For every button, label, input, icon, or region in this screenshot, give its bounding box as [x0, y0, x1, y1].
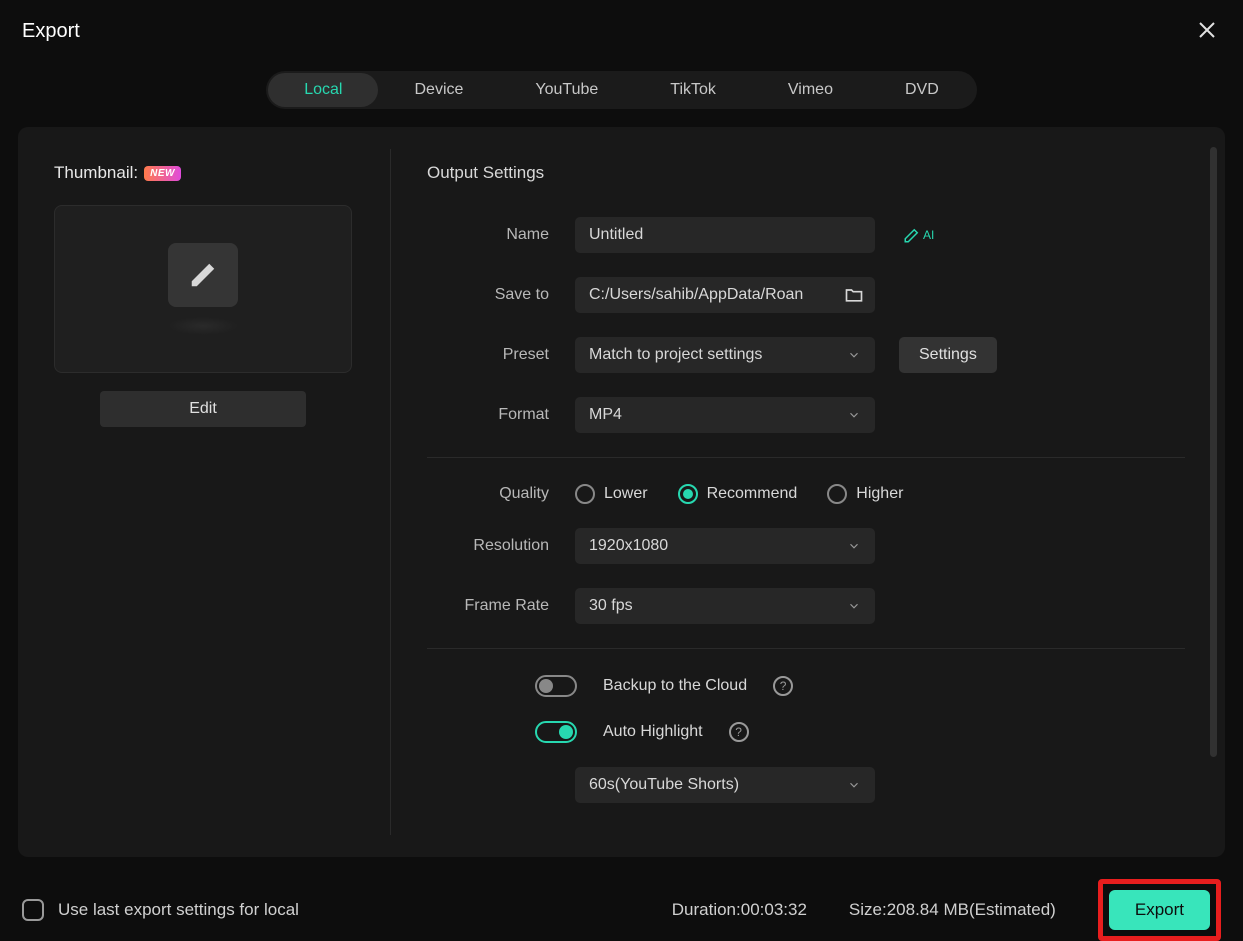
backup-cloud-toggle[interactable]	[535, 675, 577, 697]
use-last-settings-label: Use last export settings for local	[58, 900, 299, 920]
chevron-down-icon	[847, 408, 861, 422]
folder-icon	[844, 285, 864, 305]
preset-label: Preset	[427, 346, 575, 364]
pencil-icon	[188, 260, 218, 290]
highlight-preset-value: 60s(YouTube Shorts)	[589, 776, 739, 794]
duration-text: Duration:00:03:32	[672, 900, 807, 920]
pencil-ai-icon	[903, 226, 921, 244]
auto-highlight-label: Auto Highlight	[603, 723, 703, 741]
format-label: Format	[427, 406, 575, 424]
tab-vimeo[interactable]: Vimeo	[752, 73, 869, 107]
window-title: Export	[22, 20, 80, 43]
quality-radio-lower[interactable]: Lower	[575, 484, 648, 504]
use-last-settings-checkbox[interactable]	[22, 899, 44, 921]
tab-youtube[interactable]: YouTube	[499, 73, 634, 107]
save-to-input[interactable]: C:/Users/sahib/AppData/Roan	[575, 277, 833, 313]
close-button[interactable]	[1193, 16, 1221, 47]
tab-local[interactable]: Local	[268, 73, 378, 107]
format-value: MP4	[589, 406, 622, 424]
quality-option-label: Higher	[856, 485, 903, 503]
framerate-label: Frame Rate	[427, 597, 575, 615]
chevron-down-icon	[847, 539, 861, 553]
thumbnail-preview[interactable]	[54, 205, 352, 373]
resolution-value: 1920x1080	[589, 537, 668, 555]
close-icon	[1197, 20, 1217, 40]
save-to-label: Save to	[427, 286, 575, 304]
framerate-value: 30 fps	[589, 597, 633, 615]
section-divider	[427, 457, 1185, 458]
size-text: Size:208.84 MB(Estimated)	[849, 900, 1056, 920]
quality-label: Quality	[427, 485, 575, 503]
quality-radio-recommend[interactable]: Recommend	[678, 484, 798, 504]
ai-rename-button[interactable]: AI	[903, 226, 934, 244]
quality-option-label: Lower	[604, 485, 648, 503]
tab-device[interactable]: Device	[378, 73, 499, 107]
chevron-down-icon	[847, 778, 861, 792]
export-highlight-box: Export	[1098, 879, 1221, 941]
thumbnail-reflection	[168, 317, 238, 335]
highlight-preset-select[interactable]: 60s(YouTube Shorts)	[575, 767, 875, 803]
resolution-label: Resolution	[427, 537, 575, 555]
tab-tiktok[interactable]: TikTok	[634, 73, 752, 107]
preset-select[interactable]: Match to project settings	[575, 337, 875, 373]
browse-folder-button[interactable]	[833, 277, 875, 313]
export-button[interactable]: Export	[1109, 890, 1210, 930]
thumbnail-edit-tile	[168, 243, 238, 307]
backup-cloud-label: Backup to the Cloud	[603, 677, 747, 695]
scrollbar[interactable]	[1210, 147, 1217, 757]
quality-option-label: Recommend	[707, 485, 798, 503]
export-tabs: Local Device YouTube TikTok Vimeo DVD	[266, 71, 977, 109]
chevron-down-icon	[847, 599, 861, 613]
thumbnail-label: Thumbnail:	[54, 163, 138, 183]
preset-settings-button[interactable]: Settings	[899, 337, 997, 373]
ai-label: AI	[923, 228, 934, 242]
framerate-select[interactable]: 30 fps	[575, 588, 875, 624]
format-select[interactable]: MP4	[575, 397, 875, 433]
new-badge: NEW	[144, 166, 181, 181]
help-icon[interactable]: ?	[773, 676, 793, 696]
thumbnail-edit-button[interactable]: Edit	[100, 391, 306, 427]
name-label: Name	[427, 226, 575, 244]
resolution-select[interactable]: 1920x1080	[575, 528, 875, 564]
auto-highlight-toggle[interactable]	[535, 721, 577, 743]
tab-dvd[interactable]: DVD	[869, 73, 975, 107]
chevron-down-icon	[847, 348, 861, 362]
quality-radio-higher[interactable]: Higher	[827, 484, 903, 504]
preset-value: Match to project settings	[589, 346, 762, 364]
name-input[interactable]	[575, 217, 875, 253]
output-settings-title: Output Settings	[427, 163, 1185, 183]
help-icon[interactable]: ?	[729, 722, 749, 742]
quality-radio-group: Lower Recommend Higher	[575, 484, 903, 504]
section-divider	[427, 648, 1185, 649]
